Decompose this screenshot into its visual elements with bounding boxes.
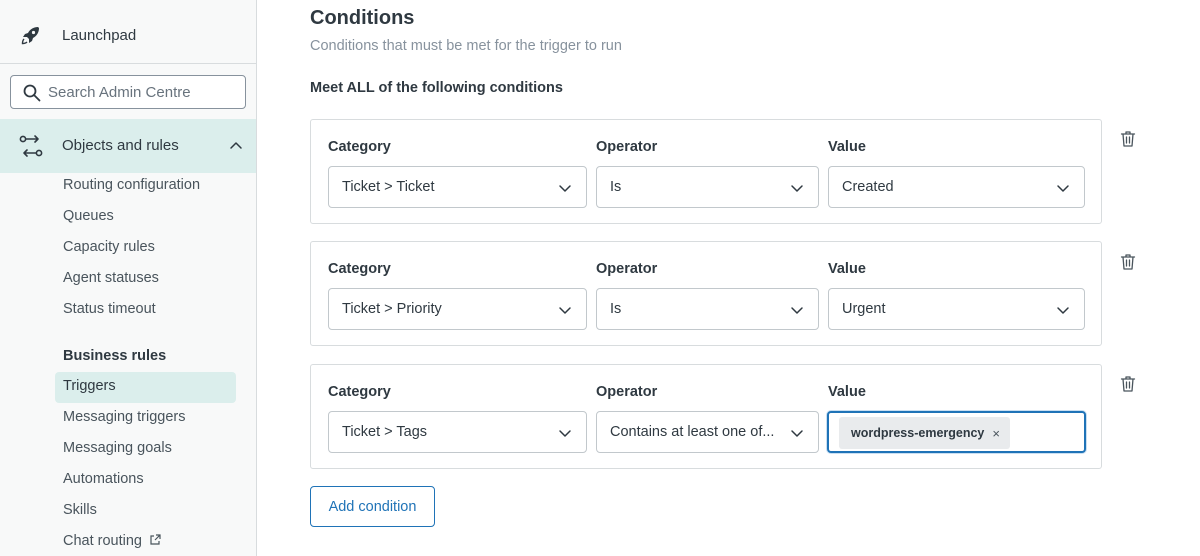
- condition-row: Category Operator Value Ticket > Tags Co…: [310, 364, 1102, 469]
- add-condition-button[interactable]: Add condition: [310, 486, 435, 527]
- operator-select[interactable]: Is: [596, 288, 819, 330]
- value-select[interactable]: Created: [828, 166, 1085, 208]
- search-icon: [23, 84, 41, 102]
- sidebar-item-messaging-goals[interactable]: Messaging goals: [63, 440, 172, 456]
- chevron-up-icon[interactable]: [229, 141, 243, 151]
- sidebar-group-business-rules: Business rules: [63, 348, 167, 364]
- launchpad-link[interactable]: Launchpad: [0, 0, 256, 64]
- launchpad-label: Launchpad: [62, 27, 137, 44]
- sidebar-item-chat-routing-label: Chat routing: [63, 533, 142, 549]
- sidebar-item-queues[interactable]: Queues: [63, 208, 114, 224]
- sidebar-item-messaging-triggers[interactable]: Messaging triggers: [63, 409, 186, 425]
- value-value: Urgent: [842, 301, 886, 317]
- sidebar-item-agent-statuses[interactable]: Agent statuses: [63, 270, 159, 286]
- chevron-down-icon: [791, 307, 803, 314]
- sidebar-item-capacity-rules[interactable]: Capacity rules: [63, 239, 155, 255]
- sidebar: Launchpad Objects and rules Routing conf…: [0, 0, 257, 556]
- trash-icon[interactable]: [1120, 253, 1136, 271]
- chevron-down-icon: [1057, 185, 1069, 192]
- chevron-down-icon: [791, 430, 803, 437]
- rocket-icon: [21, 27, 39, 45]
- category-select[interactable]: Ticket > Ticket: [328, 166, 587, 208]
- operator-select[interactable]: Is: [596, 166, 819, 208]
- external-link-icon: [150, 534, 161, 545]
- chevron-down-icon: [791, 185, 803, 192]
- sidebar-section-objects-rules[interactable]: Objects and rules: [0, 119, 256, 173]
- operator-value: Is: [610, 301, 622, 317]
- value-label: Value: [828, 261, 866, 277]
- tag-chip: wordpress-emergency ×: [839, 417, 1010, 449]
- page-subtitle: Conditions that must be met for the trig…: [310, 38, 622, 54]
- main-content: Conditions Conditions that must be met f…: [258, 0, 1200, 556]
- sidebar-item-skills[interactable]: Skills: [63, 502, 97, 518]
- sidebar-item-automations[interactable]: Automations: [63, 471, 144, 487]
- operator-select[interactable]: Contains at least one of...: [596, 411, 819, 453]
- condition-row: Category Operator Value Ticket > Ticket …: [310, 119, 1102, 224]
- sidebar-item-chat-routing[interactable]: Chat routing: [63, 533, 161, 549]
- objects-rules-icon: [19, 135, 43, 157]
- chevron-down-icon: [559, 430, 571, 437]
- category-label: Category: [328, 261, 391, 277]
- category-label: Category: [328, 384, 391, 400]
- sidebar-item-status-timeout[interactable]: Status timeout: [63, 301, 156, 317]
- chevron-down-icon: [1057, 307, 1069, 314]
- condition-row: Category Operator Value Ticket > Priorit…: [310, 241, 1102, 346]
- tag-label: wordpress-emergency: [851, 426, 985, 440]
- value-label: Value: [828, 139, 866, 155]
- category-select[interactable]: Ticket > Priority: [328, 288, 587, 330]
- sidebar-section-label: Objects and rules: [62, 137, 179, 154]
- category-label: Category: [328, 139, 391, 155]
- category-select[interactable]: Ticket > Tags: [328, 411, 587, 453]
- sidebar-item-routing-configuration[interactable]: Routing configuration: [63, 177, 200, 193]
- sidebar-item-triggers[interactable]: Triggers: [63, 378, 116, 394]
- value-select[interactable]: Urgent: [828, 288, 1085, 330]
- search-input[interactable]: [48, 80, 238, 104]
- operator-label: Operator: [596, 261, 658, 277]
- category-value: Ticket > Priority: [342, 301, 442, 317]
- operator-value: Contains at least one of...: [610, 424, 775, 440]
- category-value: Ticket > Ticket: [342, 179, 435, 195]
- tag-remove-icon[interactable]: ×: [992, 426, 1000, 441]
- trash-icon[interactable]: [1120, 375, 1136, 393]
- operator-label: Operator: [596, 139, 658, 155]
- value-value: Created: [842, 179, 894, 195]
- chevron-down-icon: [559, 185, 571, 192]
- operator-label: Operator: [596, 384, 658, 400]
- category-value: Ticket > Tags: [342, 424, 428, 440]
- trash-icon[interactable]: [1120, 130, 1136, 148]
- value-label: Value: [828, 384, 866, 400]
- tags-input[interactable]: wordpress-emergency ×: [827, 411, 1086, 453]
- chevron-down-icon: [559, 307, 571, 314]
- page-title: Conditions: [310, 7, 415, 29]
- operator-value: Is: [610, 179, 622, 195]
- search-box[interactable]: [10, 75, 246, 109]
- meet-all-label: Meet ALL of the following conditions: [310, 80, 563, 96]
